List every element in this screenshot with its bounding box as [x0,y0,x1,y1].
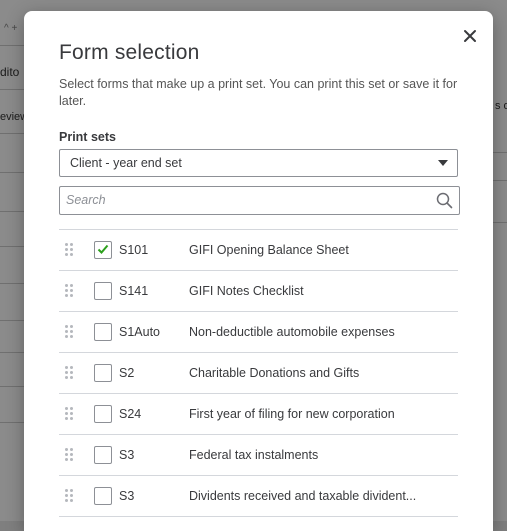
close-button[interactable] [460,26,480,46]
list-item: S141 GIFI Notes Checklist [59,271,458,312]
caret-down-icon [438,160,448,166]
print-sets-label: Print sets [59,130,116,144]
form-code: S3 [119,489,135,503]
form-name: Dividents received and taxable divident.… [189,489,417,503]
form-name: Charitable Donations and Gifts [189,366,360,380]
list-item: S1Auto Non-deductible automobile expense… [59,312,458,353]
drag-handle-icon[interactable] [65,489,73,503]
form-name: Non-deductible automobile expenses [189,325,395,339]
list-item: S3 Dividents received and taxable divide… [59,476,458,517]
close-icon [464,30,476,42]
form-checkbox[interactable] [94,487,112,505]
form-code: S101 [119,243,149,257]
search-icon[interactable] [436,192,453,209]
drag-handle-icon[interactable] [65,284,73,298]
form-checkbox[interactable] [94,323,112,341]
form-code: S2 [119,366,135,380]
search-input[interactable] [66,191,426,209]
form-checkbox[interactable] [94,446,112,464]
list-item: S3 Federal tax instalments [59,435,458,476]
form-list: S101 GIFI Opening Balance Sheet S141 GIF… [59,229,458,517]
form-code: S141 [119,284,149,298]
form-selection-dialog: Form selection Select forms that make up… [24,11,493,531]
form-code: S1Auto [119,325,161,339]
form-name: GIFI Notes Checklist [189,284,304,298]
drag-handle-icon[interactable] [65,366,73,380]
dialog-title: Form selection [59,41,200,64]
drag-handle-icon[interactable] [65,243,73,257]
form-checkbox[interactable] [94,405,112,423]
form-checkbox[interactable] [94,241,112,259]
search-field [59,186,460,215]
form-checkbox[interactable] [94,364,112,382]
list-item: S101 GIFI Opening Balance Sheet [59,229,458,271]
form-name: Federal tax instalments [189,448,319,462]
list-item: S2 Charitable Donations and Gifts [59,353,458,394]
form-code: S24 [119,407,142,421]
print-sets-selected-value: Client - year end set [70,156,182,170]
form-name: First year of filing for new corporation [189,407,395,421]
drag-handle-icon[interactable] [65,407,73,421]
form-name: GIFI Opening Balance Sheet [189,243,349,257]
drag-handle-icon[interactable] [65,448,73,462]
list-item: S24 First year of filing for new corpora… [59,394,458,435]
checkmark-icon [97,244,109,254]
form-code: S3 [119,448,135,462]
drag-handle-icon[interactable] [65,325,73,339]
print-sets-dropdown[interactable]: Client - year end set [59,149,458,177]
form-checkbox[interactable] [94,282,112,300]
dialog-description: Select forms that make up a print set. Y… [59,77,458,108]
